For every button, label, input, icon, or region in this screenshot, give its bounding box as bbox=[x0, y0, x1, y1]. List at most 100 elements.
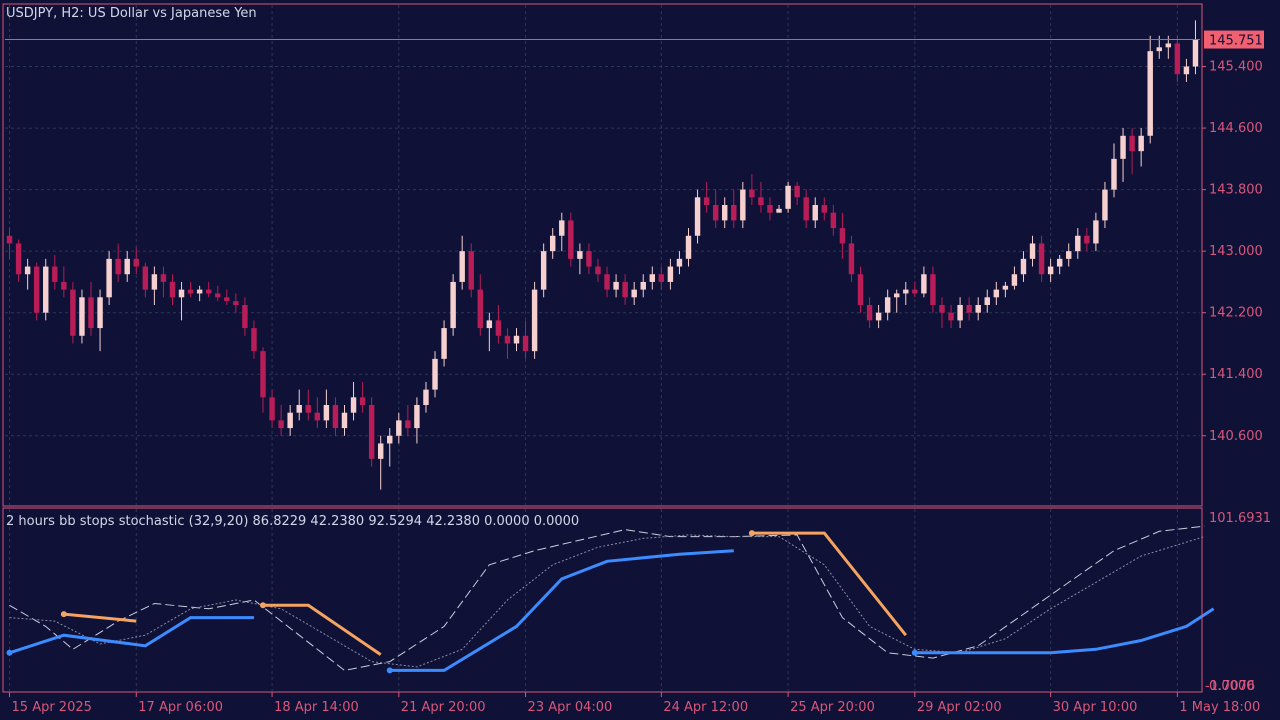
time-tick-label: 15 Apr 2025 bbox=[12, 700, 92, 715]
candle-body bbox=[513, 335, 520, 344]
candle-body bbox=[1066, 251, 1072, 259]
candle-body bbox=[803, 197, 809, 221]
candle-body bbox=[540, 251, 547, 290]
candle-body bbox=[749, 189, 755, 198]
candle-body bbox=[368, 405, 375, 459]
candle-body bbox=[884, 297, 891, 313]
candle-body bbox=[595, 266, 601, 275]
price-tick-label: 143.800 bbox=[1209, 183, 1263, 198]
candle-body bbox=[821, 205, 828, 213]
candle-body bbox=[52, 266, 58, 282]
candle-body bbox=[1183, 66, 1190, 75]
candle-body bbox=[377, 443, 384, 459]
bb-stop-start-dot bbox=[6, 649, 13, 656]
candle-body bbox=[939, 305, 945, 313]
candle-body bbox=[79, 297, 85, 336]
candle-body bbox=[1147, 51, 1153, 136]
candle-body bbox=[61, 281, 67, 290]
bb-stop-start-dot bbox=[911, 649, 918, 656]
candle-body bbox=[233, 301, 239, 305]
candle-body bbox=[332, 405, 339, 429]
candle-body bbox=[957, 305, 963, 321]
candle-body bbox=[613, 281, 619, 290]
candle-body bbox=[187, 289, 194, 294]
chart-background bbox=[0, 0, 1280, 720]
current-price-tag: 145.751 bbox=[1204, 30, 1264, 49]
candle-body bbox=[975, 305, 981, 313]
candle-body bbox=[278, 420, 284, 429]
candle-body bbox=[151, 274, 158, 290]
candle-body bbox=[1011, 274, 1018, 286]
candle-body bbox=[1047, 266, 1054, 275]
time-tick-label: 17 Apr 06:00 bbox=[138, 700, 223, 715]
candle-body bbox=[866, 305, 873, 321]
candle-body bbox=[785, 185, 791, 209]
candle-body bbox=[703, 197, 710, 205]
candle-body bbox=[1020, 258, 1027, 275]
candle-body bbox=[531, 289, 538, 352]
candle-body bbox=[685, 235, 692, 259]
candle-body bbox=[667, 266, 674, 282]
candle-body bbox=[549, 235, 556, 252]
candle-body bbox=[577, 251, 583, 259]
candle-body bbox=[649, 274, 656, 282]
candle-body bbox=[341, 412, 348, 429]
price-tick-label: 144.600 bbox=[1209, 121, 1263, 136]
candle-body bbox=[740, 189, 746, 221]
candle-body bbox=[387, 435, 393, 444]
candle-body bbox=[6, 235, 13, 244]
candle-body bbox=[251, 328, 257, 352]
candle-body bbox=[24, 266, 31, 275]
candle-body bbox=[1075, 235, 1081, 252]
candle-body bbox=[1192, 39, 1199, 67]
candle-body bbox=[305, 405, 311, 413]
candle-body bbox=[323, 405, 330, 421]
bb-stop-start-dot bbox=[386, 667, 393, 674]
candle-body bbox=[812, 205, 818, 221]
candle-body bbox=[903, 289, 909, 294]
candle-body bbox=[984, 297, 990, 305]
time-tick-label: 29 Apr 02:00 bbox=[917, 700, 1002, 715]
candle-body bbox=[794, 185, 800, 198]
candle-body bbox=[169, 281, 176, 298]
candle-body bbox=[1174, 43, 1181, 75]
candle-body bbox=[767, 205, 773, 213]
indicator-title: 2 hours bb stops stochastic (32,9,20) 86… bbox=[6, 514, 579, 529]
chart-canvas[interactable]: USDJPY, H2: US Dollar vs Japanese Yen 14… bbox=[0, 0, 1280, 720]
candle-body bbox=[776, 208, 782, 213]
bb-stop-start-dot bbox=[260, 602, 267, 609]
indicator-ymax-label: 101.6931 bbox=[1209, 511, 1271, 526]
price-tick-label: 141.400 bbox=[1209, 367, 1263, 382]
candle-body bbox=[875, 312, 882, 321]
candle-body bbox=[921, 274, 927, 294]
candle-body bbox=[459, 251, 465, 282]
candle-body bbox=[468, 251, 474, 290]
time-tick-label: 21 Apr 20:00 bbox=[401, 700, 486, 715]
candle-body bbox=[15, 243, 22, 275]
time-tick-label: 23 Apr 04:00 bbox=[528, 700, 613, 715]
candle-body bbox=[405, 420, 411, 429]
candle-body bbox=[260, 351, 266, 398]
candle-body bbox=[722, 205, 728, 221]
candle-body bbox=[676, 258, 683, 267]
current-price-label: 145.751 bbox=[1209, 34, 1263, 49]
candle-body bbox=[712, 205, 719, 221]
candle-body bbox=[359, 397, 366, 405]
candle-body bbox=[178, 289, 185, 298]
candle-body bbox=[912, 289, 918, 294]
candle-body bbox=[423, 389, 429, 405]
candle-body bbox=[1120, 135, 1126, 159]
candle-body bbox=[731, 205, 737, 221]
candle-body bbox=[839, 228, 846, 244]
candle-body bbox=[1038, 243, 1045, 275]
candle-body bbox=[396, 420, 402, 436]
candle-body bbox=[1029, 243, 1036, 259]
candle-body bbox=[115, 258, 121, 275]
candle-body bbox=[88, 297, 94, 329]
candle-body bbox=[631, 289, 637, 298]
candle-body bbox=[133, 258, 139, 267]
candle-body bbox=[450, 281, 456, 329]
candle-body bbox=[1138, 135, 1144, 152]
candle-body bbox=[966, 305, 972, 313]
candle-body bbox=[106, 258, 112, 298]
